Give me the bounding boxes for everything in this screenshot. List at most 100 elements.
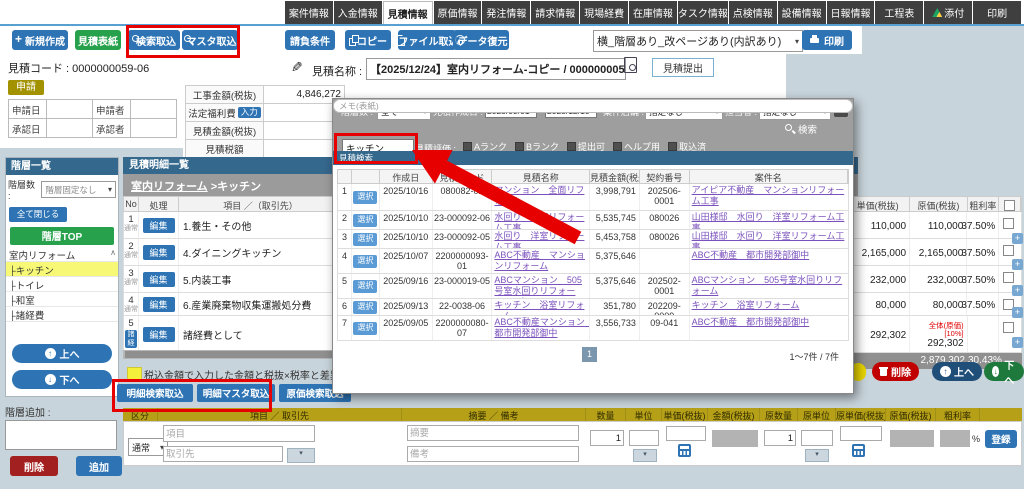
summary-input[interactable] [407, 425, 579, 441]
tree-item[interactable]: ├諸経費 [6, 307, 118, 322]
case-name-link[interactable]: 山田様邸 水回り 洋室リフォーム工事 [692, 231, 845, 248]
select-button[interactable]: 選択 [353, 255, 377, 268]
tab-nippo[interactable]: 日報情報 [827, 1, 875, 24]
case-name-link[interactable]: ABC不動産 都市開発部御中 [692, 250, 810, 260]
vendor-input[interactable] [163, 446, 283, 462]
tab-mitsumori[interactable]: 見積情報 [383, 1, 433, 24]
tab-tempu[interactable]: 添付 [924, 1, 972, 24]
action-badge[interactable]: 入力 [238, 107, 261, 118]
move-down-button[interactable]: ↓下へ [12, 370, 112, 389]
detail-master-import-button[interactable]: 明細マスタ取込 [197, 384, 275, 402]
estimate-name-select[interactable]: 【2025/12/24】室内リフォーム-コピー / 0000000059-06 … [366, 58, 626, 80]
tree-item[interactable]: 室内リフォーム∧ [6, 247, 118, 262]
case-name-link[interactable]: 山田様邸 水回り 洋室リフォーム工事 [692, 212, 845, 229]
insert-row-button[interactable]: + [1012, 259, 1023, 270]
tree-item[interactable]: ├トイレ [6, 277, 118, 292]
row-checkbox[interactable] [1003, 218, 1014, 229]
tab-setsubi[interactable]: 設備情報 [778, 1, 826, 24]
edit-button[interactable]: 編集 [143, 218, 175, 233]
note-input[interactable] [407, 446, 579, 462]
tree-item[interactable]: ├和室 [6, 292, 118, 307]
add-hierarchy-button[interactable]: 追加 [76, 456, 122, 476]
tab-hacchu[interactable]: 発注情報 [482, 1, 530, 24]
contract-terms-button[interactable]: 請負条件 [285, 30, 335, 50]
tab-kotei[interactable]: 工程表 [875, 1, 923, 24]
edit-button[interactable]: 編集 [143, 245, 175, 260]
unit-input[interactable] [629, 430, 659, 446]
row-checkbox[interactable] [1003, 322, 1014, 333]
vendor-dropdown-button[interactable]: ▾ [287, 448, 315, 463]
row-checkbox[interactable] [1003, 245, 1014, 256]
detail-search-import-button[interactable]: 明細検索取込 [117, 384, 193, 402]
tree-item[interactable]: ├キッチン [6, 262, 118, 277]
estimate-name-link[interactable]: ABCマンション 505号室水回りリフォーム-コピー [494, 275, 582, 298]
copy-button[interactable]: コピー [345, 30, 391, 50]
tab-insatsu[interactable]: 印刷 [973, 1, 1021, 24]
item-input[interactable] [163, 425, 315, 442]
breadcrumb-parent-link[interactable]: 室内リフォーム [131, 181, 208, 193]
select-button[interactable]: 選択 [353, 233, 377, 246]
tab-nyukin[interactable]: 入金情報 [334, 1, 382, 24]
master-import-button[interactable]: マスタ取込 [182, 30, 238, 50]
search-import-button[interactable]: 検索取込 [128, 30, 180, 50]
edit-button[interactable]: 編集 [143, 272, 175, 287]
select-all-checkbox[interactable] [1004, 200, 1015, 211]
case-name-link[interactable]: ABC不動産 都市開発部御中 [692, 317, 810, 327]
estimate-name-link[interactable]: キッチン 浴室リフォーム [494, 300, 584, 315]
new-button[interactable]: 新規作成 [12, 30, 68, 50]
collapse-all-button[interactable]: 全て閉じる [9, 207, 67, 222]
tab-anken[interactable]: 案件情報 [285, 1, 333, 24]
row-type-select[interactable]: 通常 [128, 438, 168, 456]
select-button[interactable]: 選択 [353, 280, 377, 293]
case-name-link[interactable]: キッチン 浴室リフォーム [692, 300, 800, 310]
doc-search-icon[interactable] [624, 57, 637, 73]
tab-zaiko[interactable]: 在庫情報 [629, 1, 677, 24]
select-button[interactable]: 選択 [353, 214, 377, 227]
tab-seikyu[interactable]: 請求情報 [531, 1, 579, 24]
unit-dropdown-button[interactable]: ▾ [633, 449, 657, 462]
level-count-select[interactable]: 階層固定なし [41, 181, 116, 198]
estimate-name-link[interactable]: 水回り 洋室リフォーム工事 [494, 231, 584, 248]
register-button[interactable]: 登録 [985, 430, 1017, 448]
insert-row-button[interactable]: + [1012, 337, 1023, 348]
estimate-name-link[interactable]: 水回り 洋室リフォーム工事 [494, 212, 584, 229]
submit-estimate-button[interactable]: 見積提出 [652, 58, 714, 77]
edit-button[interactable]: 編集 [143, 297, 175, 312]
rows-up-button[interactable]: ↑上へ [932, 362, 982, 381]
orig-quantity-input[interactable] [764, 430, 796, 446]
quantity-input[interactable] [590, 430, 624, 446]
tab-task[interactable]: タスク情報 [678, 1, 728, 24]
orig-unit-dropdown-button[interactable]: ▾ [805, 449, 829, 462]
select-button[interactable]: 選択 [353, 322, 377, 335]
file-import-button[interactable]: ファイル取込 [398, 30, 456, 50]
select-button[interactable]: 選択 [353, 191, 377, 204]
unit-price-input[interactable] [666, 426, 706, 441]
tab-genba[interactable]: 現場経費 [580, 1, 628, 24]
add-hierarchy-input[interactable] [5, 420, 117, 450]
calculator-icon[interactable] [852, 444, 865, 457]
estimate-name-link[interactable]: ABC不動産マンション 都市開発部御中 [494, 317, 590, 338]
cover-button[interactable]: 見積表紙 [75, 30, 121, 50]
print-preset-select[interactable]: 横_階層あり_改ページあり(内訳あり) [593, 30, 803, 52]
print-button[interactable]: 印刷 [802, 30, 852, 50]
select-button[interactable]: 選択 [353, 301, 377, 314]
delete-hierarchy-button[interactable]: 削除 [10, 456, 58, 476]
tab-genka[interactable]: 原価情報 [434, 1, 482, 24]
modal-filter-input[interactable] [333, 99, 853, 113]
case-name-link[interactable]: ABCマンション 505号室水回りリフォーム [692, 275, 843, 296]
insert-row-button[interactable]: + [1012, 233, 1023, 244]
case-name-link[interactable]: アイピア不動産 マンションリフォーム工事 [692, 185, 845, 206]
data-restore-button[interactable]: データ復元 [453, 30, 509, 50]
hierarchy-top-button[interactable]: 階層TOP [10, 227, 114, 245]
tab-tenken[interactable]: 点検情報 [729, 1, 777, 24]
calculator-icon[interactable] [678, 444, 691, 457]
move-up-button[interactable]: ↑上へ [12, 344, 112, 363]
rows-down-button[interactable]: ↓下へ [984, 362, 1024, 381]
insert-row-button[interactable]: + [1012, 285, 1023, 296]
insert-row-button[interactable]: + [1012, 307, 1023, 318]
estimate-name-link[interactable]: ABC不動産 マンションリフォーム [494, 250, 585, 271]
delete-rows-button[interactable]: 削除 [872, 362, 919, 381]
orig-unit-price-input[interactable] [840, 426, 882, 441]
estimate-name-link[interactable]: マンション 全面リフォーム [494, 185, 584, 206]
orig-unit-input[interactable] [801, 430, 833, 446]
